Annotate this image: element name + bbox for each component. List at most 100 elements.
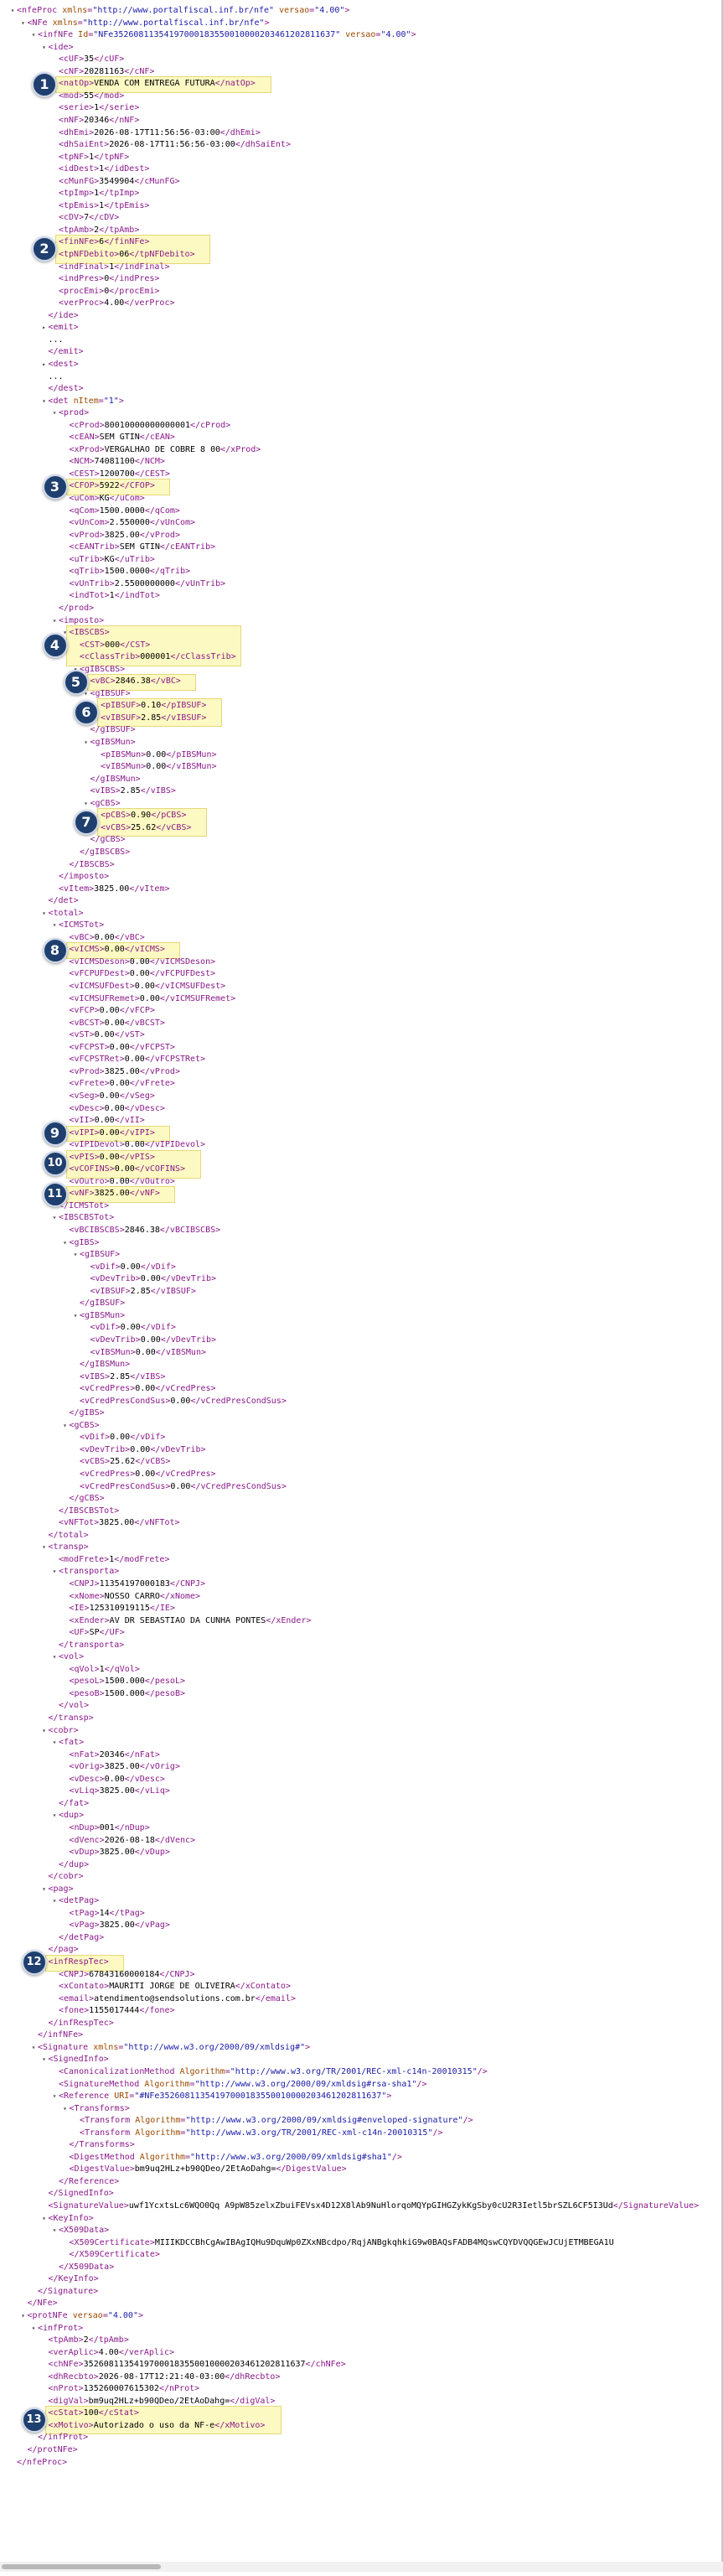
xml-line: <vCredPresCondSus>0.00</vCredPresCondSus… [71, 1481, 287, 1493]
xml-line-text: <indFinal>1</indFinal> [59, 262, 170, 272]
xml-line: <cEANTrib>SEM GTIN</cEANTrib> [61, 542, 216, 553]
xml-line[interactable]: ▾ <ICMSTot> [50, 920, 105, 931]
xml-line[interactable]: ▾ <gIBSMun> [71, 1310, 126, 1322]
collapse-arrow-icon[interactable]: ▾ [19, 2310, 28, 2322]
xml-line[interactable]: ▾ <gIBSMun> [82, 737, 136, 749]
xml-line-text: <gIBSMun> [90, 738, 136, 747]
collapse-arrow-icon[interactable]: ▾ [71, 1249, 80, 1261]
xml-line[interactable]: ▾ <vol> [50, 1651, 85, 1663]
xml-line: <indPres>0</indPres> [50, 273, 159, 285]
xml-line[interactable]: ▾ <infProt> [29, 2323, 84, 2335]
collapse-arrow-icon[interactable]: ▾ [29, 29, 38, 41]
collapse-arrow-icon[interactable]: ▾ [40, 2054, 49, 2065]
xml-line[interactable]: ▸ <emit> [40, 322, 79, 334]
xml-line: <pCBS>0.90</pCBS> [92, 810, 186, 822]
collapse-arrow-icon[interactable]: ▾ [29, 2323, 38, 2335]
xml-line-text: </ICMSTot> [59, 1200, 110, 1210]
xml-line-text: </gCBS> [90, 835, 126, 845]
xml-line[interactable]: ▾ <total> [40, 908, 84, 920]
collapse-arrow-icon[interactable]: ▾ [50, 920, 59, 931]
collapse-arrow-icon[interactable]: ▾ [50, 1810, 59, 1822]
xml-line: <vIBS>2.85</vIBS> [82, 785, 176, 797]
collapse-arrow-icon[interactable]: ▾ [50, 1212, 59, 1224]
xml-line: <vII>0.00</vII> [61, 1115, 145, 1127]
xml-line-text: <email>atendimento@sendsolutions.com.br<… [59, 1993, 296, 2003]
xml-line[interactable]: ▾ <ide> [40, 42, 74, 54]
xml-line[interactable]: ▾ <nfeProc xmlns="http://www.portalfiscal… [8, 5, 350, 17]
collapse-arrow-icon[interactable]: ▾ [40, 396, 49, 407]
xml-line: <vBC>0.00</vBC> [61, 932, 145, 944]
collapse-arrow-icon[interactable]: ▾ [61, 1420, 70, 1432]
collapse-arrow-icon[interactable]: ▾ [50, 1895, 59, 1907]
xml-line: ... [40, 371, 64, 383]
collapse-arrow-icon[interactable]: ▾ [40, 1542, 49, 1553]
xml-line[interactable]: ▾ <prod> [50, 407, 90, 419]
xml-line-text: <CNPJ>67843160000184</CNPJ> [59, 1969, 195, 1979]
xml-line[interactable]: ▾ <NFe xmlns="http://www.portalfiscal.inf… [19, 18, 269, 29]
xml-line[interactable]: ▾ <imposto> [50, 615, 105, 627]
collapse-arrow-icon[interactable]: ▾ [50, 407, 59, 419]
collapse-arrow-icon[interactable]: ▾ [61, 1237, 70, 1249]
collapse-arrow-icon[interactable]: ▾ [40, 1884, 49, 1895]
xml-line: </transp> [40, 1713, 94, 1724]
xml-line[interactable]: ▾ <protNFe versao="4.00"> [19, 2310, 143, 2322]
xml-line: <NCM>74081100</NCM> [61, 456, 165, 468]
xml-line[interactable]: ▾ <det nItem="1"> [40, 396, 124, 407]
horizontal-scrollbar[interactable] [0, 2562, 723, 2572]
xml-line-text: <vol> [59, 1652, 85, 1662]
xml-line[interactable]: ▾ <pag> [40, 1884, 74, 1895]
collapse-arrow-icon[interactable]: ▾ [61, 2103, 70, 2115]
xml-line[interactable]: ▾ <gIBS> [61, 1237, 100, 1249]
xml-line[interactable]: ▾<infRespTec> [40, 1957, 109, 1968]
xml-line-text: <dup> [59, 1811, 85, 1821]
collapse-arrow-icon[interactable]: ▾ [50, 1737, 59, 1749]
collapse-arrow-icon[interactable]: ▾ [8, 5, 17, 17]
xml-line[interactable]: ▸ <dest> [40, 359, 79, 371]
xml-line-text: </infProt> [38, 2433, 89, 2443]
collapse-arrow-icon[interactable]: ▾ [50, 615, 59, 627]
xml-line[interactable]: ▾ <fat> [50, 1737, 85, 1749]
xml-line[interactable]: ▾ <SignedInfo> [40, 2054, 109, 2065]
expand-arrow-icon[interactable]: ▸ [40, 359, 49, 371]
xml-line-text: </infNFe> [38, 2030, 84, 2040]
xml-line[interactable]: ▾ <X509Data> [50, 2225, 110, 2237]
collapse-arrow-icon[interactable]: ▾ [40, 1725, 49, 1737]
xml-line[interactable]: ▾ <KeyInfo> [40, 2213, 94, 2225]
xml-line: <vCBS>25.62</vCBS> [92, 822, 191, 834]
xml-line-text: <SignatureMethod Algorithm="http://www.w… [59, 2079, 427, 2089]
xml-line[interactable]: ▾ <Reference URI="#NFe3526081135419700018… [50, 2091, 392, 2102]
xml-line[interactable]: ▾ <cobr> [40, 1725, 79, 1737]
xml-line[interactable]: ▾ <gIBSUF> [82, 688, 131, 700]
xml-line[interactable]: ▾ <gCBS> [82, 798, 121, 810]
xml-line[interactable]: ▾ <transporta> [50, 1566, 120, 1578]
xml-line[interactable]: ▾ <detPag> [50, 1895, 100, 1907]
collapse-arrow-icon[interactable]: ▾ [82, 737, 90, 749]
collapse-arrow-icon[interactable]: ▾ [50, 2225, 59, 2237]
xml-line[interactable]: ▾ <Signature xmlns="http://www.w3.org/200… [29, 2042, 311, 2054]
xml-line-text: </IBSCBSTot> [59, 1506, 120, 1516]
xml-line: <vBCIBSCBS>2846.38</vBCIBSCBS> [61, 1225, 221, 1236]
xml-line[interactable]: ▾ <gIBSUF> [71, 1249, 121, 1261]
xml-line-text: <cUF>35</cUF> [59, 54, 125, 65]
collapse-arrow-icon[interactable]: ▾ [82, 798, 90, 810]
collapse-arrow-icon[interactable]: ▾ [29, 2042, 38, 2054]
collapse-arrow-icon[interactable]: ▾ [19, 18, 28, 29]
collapse-arrow-icon[interactable]: ▾ [40, 42, 49, 54]
collapse-arrow-icon[interactable]: ▾ [50, 1651, 59, 1663]
xml-line[interactable]: ▾ <infNFe Id="NFe352608113541970001835500… [29, 29, 416, 41]
xml-line: </detPag> [50, 1932, 104, 1944]
xml-line[interactable]: ▾ <Transforms> [61, 2103, 130, 2115]
collapse-arrow-icon[interactable]: ▾ [50, 2091, 59, 2102]
collapse-arrow-icon[interactable]: ▾ [40, 2213, 49, 2225]
expand-arrow-icon[interactable]: ▸ [40, 322, 49, 334]
xml-line[interactable]: ▾ <transp> [40, 1542, 89, 1553]
collapse-arrow-icon[interactable]: ▾ [40, 908, 49, 920]
scrollbar-thumb[interactable] [2, 2564, 161, 2569]
xml-line-text: <verProc>4.00</verProc> [59, 298, 175, 308]
collapse-arrow-icon[interactable]: ▾ [50, 1566, 59, 1578]
xml-line[interactable]: ▾ <gCBS> [61, 1420, 100, 1432]
xml-line[interactable]: ▾ <IBSCBSTot> [50, 1212, 115, 1224]
collapse-arrow-icon[interactable]: ▾ [71, 1310, 80, 1322]
xml-line[interactable]: ▾ <dup> [50, 1810, 85, 1822]
xml-line[interactable]: ▾ <IBSCBS> [61, 627, 110, 639]
